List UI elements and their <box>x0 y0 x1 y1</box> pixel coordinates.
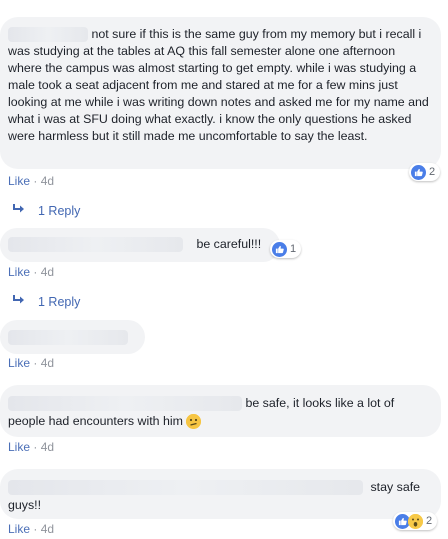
reaction-count: 2 <box>429 166 436 178</box>
comment-meta: Like · 4d <box>8 356 54 370</box>
reaction-summary[interactable]: 2 <box>393 512 438 530</box>
reply-label: 1 Reply <box>38 204 81 218</box>
thumbs-up-icon <box>272 241 287 257</box>
reaction-summary[interactable]: 2 <box>409 163 441 181</box>
meta-separator: · <box>30 265 41 279</box>
timestamp[interactable]: 4d <box>41 356 54 370</box>
confused-face-icon <box>186 414 202 430</box>
view-replies-link[interactable]: 1 Reply <box>12 203 80 218</box>
comment-bubble: stay safe guys!! <box>0 469 441 519</box>
like-link[interactable]: Like <box>8 440 30 454</box>
commenter-name[interactable] <box>8 237 183 253</box>
comment-bubble: not sure if this is the same guy from my… <box>0 17 441 169</box>
reaction-summary[interactable]: 1 <box>270 240 302 258</box>
comment-bubble: be careful!!! <box>0 228 280 262</box>
like-link[interactable]: Like <box>8 522 30 536</box>
comment-bubble <box>0 320 145 354</box>
comment-meta: Like · 4d <box>8 522 54 536</box>
reaction-count: 2 <box>426 515 433 527</box>
reaction-count: 1 <box>290 243 297 255</box>
comment-meta: Like · 4d <box>8 174 54 188</box>
timestamp[interactable]: 4d <box>41 522 54 536</box>
view-replies-link[interactable]: 1 Reply <box>12 294 80 309</box>
like-link[interactable]: Like <box>8 174 30 188</box>
commenter-name[interactable] <box>8 480 363 496</box>
meta-separator: · <box>30 356 41 370</box>
reply-label: 1 Reply <box>38 295 81 309</box>
commenter-name[interactable] <box>8 27 88 43</box>
like-link[interactable]: Like <box>8 265 30 279</box>
meta-separator: · <box>30 522 41 536</box>
comment-text: be careful!!! <box>196 237 262 251</box>
wow-icon <box>408 513 423 529</box>
reply-arrow-icon <box>12 294 26 309</box>
timestamp[interactable]: 4d <box>41 265 54 279</box>
thumbs-up-icon <box>411 164 426 180</box>
meta-separator: · <box>30 174 41 188</box>
meta-separator: · <box>30 440 41 454</box>
reply-arrow-icon <box>12 203 26 218</box>
comment-text: not sure if this is the same guy from my… <box>8 27 429 143</box>
timestamp[interactable]: 4d <box>41 440 54 454</box>
comment-bubble: be safe, it looks like a lot of people h… <box>0 385 441 437</box>
comment-meta: Like · 4d <box>8 265 54 279</box>
commenter-name[interactable] <box>8 396 242 412</box>
comment-meta: Like · 4d <box>8 440 54 454</box>
commenter-name[interactable] <box>8 330 128 346</box>
like-link[interactable]: Like <box>8 356 30 370</box>
timestamp[interactable]: 4d <box>41 174 54 188</box>
